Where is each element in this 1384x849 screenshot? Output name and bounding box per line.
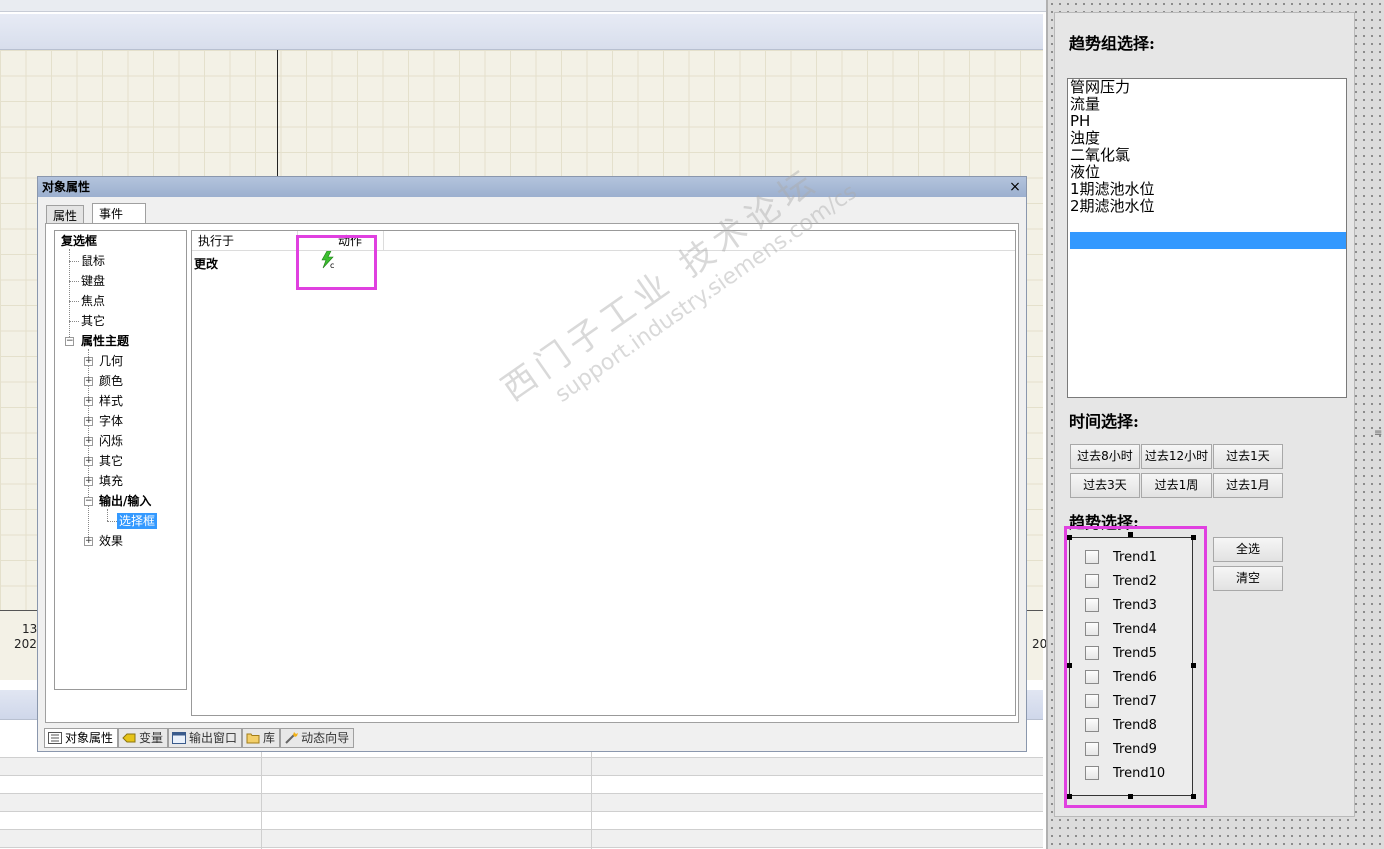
output-window-icon (172, 732, 187, 744)
expand-icon[interactable]: + (84, 477, 93, 486)
trend-group-listbox[interactable]: 管网压力 流量 PH 浊度 二氧化氯 液位 1期滤池水位 2期滤池水位 (1067, 78, 1347, 398)
tab-tags[interactable]: 变量 (118, 728, 169, 748)
expand-icon[interactable]: + (84, 377, 93, 386)
list-item[interactable]: 流量 (1070, 96, 1346, 113)
tree-item-io[interactable]: 输出/输入 (99, 493, 151, 509)
time-select-title: 时间选择: (1069, 412, 1139, 431)
list-item[interactable]: 液位 (1070, 164, 1346, 181)
tab-label: 变量 (139, 731, 164, 745)
trend-view-header (0, 14, 1043, 50)
list-item-selected[interactable] (1070, 232, 1346, 249)
table-row[interactable] (0, 758, 1043, 776)
tree-item-font[interactable]: 字体 (99, 413, 123, 429)
dialog-body: 复选框 鼠标 键盘 焦点 其它 − 属性主题 + 几何 + 颜色 + 样式 + … (45, 223, 1019, 723)
expand-icon[interactable]: + (84, 357, 93, 366)
tree-item-color[interactable]: 颜色 (99, 373, 123, 389)
highlight-frame-action (296, 235, 377, 290)
tree-connector (107, 521, 117, 522)
clear-button[interactable]: 清空 (1213, 566, 1283, 591)
scroll-grip-icon[interactable]: ≡ (1374, 428, 1382, 439)
tree-item-other[interactable]: 其它 (81, 313, 105, 329)
axis-label: 202 (14, 637, 37, 651)
tab-label: 输出窗口 (189, 731, 238, 745)
close-icon[interactable]: × (1008, 177, 1022, 197)
wizard-icon (285, 732, 299, 744)
column-header-trigger[interactable]: 执行于 (192, 231, 298, 251)
tab-dynamic-wizard[interactable]: 动态向导 (280, 728, 355, 748)
expand-icon[interactable]: + (84, 457, 93, 466)
tree-connector (69, 321, 79, 322)
list-item[interactable]: 浊度 (1070, 130, 1346, 147)
tree-item-mouse[interactable]: 鼠标 (81, 253, 105, 269)
tab-events[interactable]: 事件 (92, 203, 146, 224)
time-1d-button[interactable]: 过去1天 (1213, 444, 1283, 469)
tab-library[interactable]: 库 (242, 728, 281, 748)
tree-item-fill[interactable]: 填充 (99, 473, 123, 489)
tree-item-misc[interactable]: 其它 (99, 453, 123, 469)
table-row[interactable] (0, 812, 1043, 830)
select-all-button[interactable]: 全选 (1213, 537, 1283, 562)
expand-icon[interactable]: + (84, 397, 93, 406)
table-row[interactable] (0, 830, 1043, 848)
expand-icon[interactable]: + (84, 537, 93, 546)
axis-label: 13 (22, 622, 38, 636)
highlight-frame-checkboxes (1064, 526, 1207, 808)
time-3d-button[interactable]: 过去3天 (1070, 473, 1140, 498)
table-view-grid (0, 740, 1043, 849)
tree-item-keyboard[interactable]: 键盘 (81, 273, 105, 289)
tree-item-flash[interactable]: 闪烁 (99, 433, 123, 449)
collapse-icon[interactable]: − (65, 337, 74, 346)
time-8h-button[interactable]: 过去8小时 (1070, 444, 1140, 469)
tree-connector (69, 261, 79, 262)
tab-properties[interactable]: 属性 (46, 205, 85, 224)
tab-label: 库 (263, 731, 276, 745)
list-item[interactable]: PH (1070, 113, 1346, 130)
axis-label: 20 (1032, 637, 1048, 651)
tab-object-properties[interactable]: 对象属性 (44, 728, 119, 748)
folder-icon (246, 733, 260, 744)
table-row[interactable] (0, 794, 1043, 812)
tree-item-geometry[interactable]: 几何 (99, 353, 123, 369)
trend-group-title: 趋势组选择: (1069, 34, 1155, 53)
time-1m-button[interactable]: 过去1月 (1213, 473, 1283, 498)
tree-item-effects[interactable]: 效果 (99, 533, 123, 549)
tree-connector (69, 281, 79, 282)
list-item[interactable]: 二氧化氯 (1070, 147, 1346, 164)
bottom-tab-bar: 对象属性 变量 输出窗口 库 动态向导 (44, 728, 355, 748)
table-column-divider (261, 740, 262, 849)
list-item[interactable]: 管网压力 (1070, 79, 1346, 96)
event-tree: 复选框 鼠标 键盘 焦点 其它 − 属性主题 + 几何 + 颜色 + 样式 + … (54, 230, 187, 690)
tree-item-style[interactable]: 样式 (99, 393, 123, 409)
top-strip (0, 0, 1046, 12)
object-properties-dialog: 对象属性 × 属性 事件 复选框 鼠标 键盘 焦点 其它 − 属性主题 + 几何… (37, 176, 1027, 752)
list-item[interactable] (1070, 215, 1346, 232)
expand-icon[interactable]: + (84, 437, 93, 446)
tab-label: 对象属性 (65, 731, 114, 745)
event-row-change[interactable]: 更改 (194, 255, 218, 272)
dialog-title[interactable]: 对象属性 (38, 177, 1026, 197)
tab-label: 动态向导 (301, 731, 350, 745)
expand-icon[interactable]: + (84, 417, 93, 426)
time-1w-button[interactable]: 过去1周 (1141, 473, 1212, 498)
table-row[interactable] (0, 776, 1043, 794)
table-column-divider (591, 740, 592, 849)
tree-connector (107, 509, 108, 521)
tab-output-window[interactable]: 输出窗口 (168, 728, 243, 748)
properties-icon (48, 732, 62, 744)
list-item[interactable]: 1期滤池水位 (1070, 181, 1346, 198)
tag-icon (122, 733, 136, 743)
tree-connector (69, 301, 79, 302)
tree-item-checkbox[interactable]: 复选框 (61, 233, 97, 249)
tree-item-property-topics[interactable]: 属性主题 (81, 333, 129, 349)
collapse-icon[interactable]: − (84, 497, 93, 506)
tree-item-focus[interactable]: 焦点 (81, 293, 105, 309)
tree-item-selectbox[interactable]: 选择框 (117, 513, 158, 529)
time-12h-button[interactable]: 过去12小时 (1141, 444, 1212, 469)
list-item[interactable]: 2期滤池水位 (1070, 198, 1346, 215)
tree-connector (69, 249, 70, 343)
event-table: 执行于 动作 更改 c (191, 230, 1016, 716)
